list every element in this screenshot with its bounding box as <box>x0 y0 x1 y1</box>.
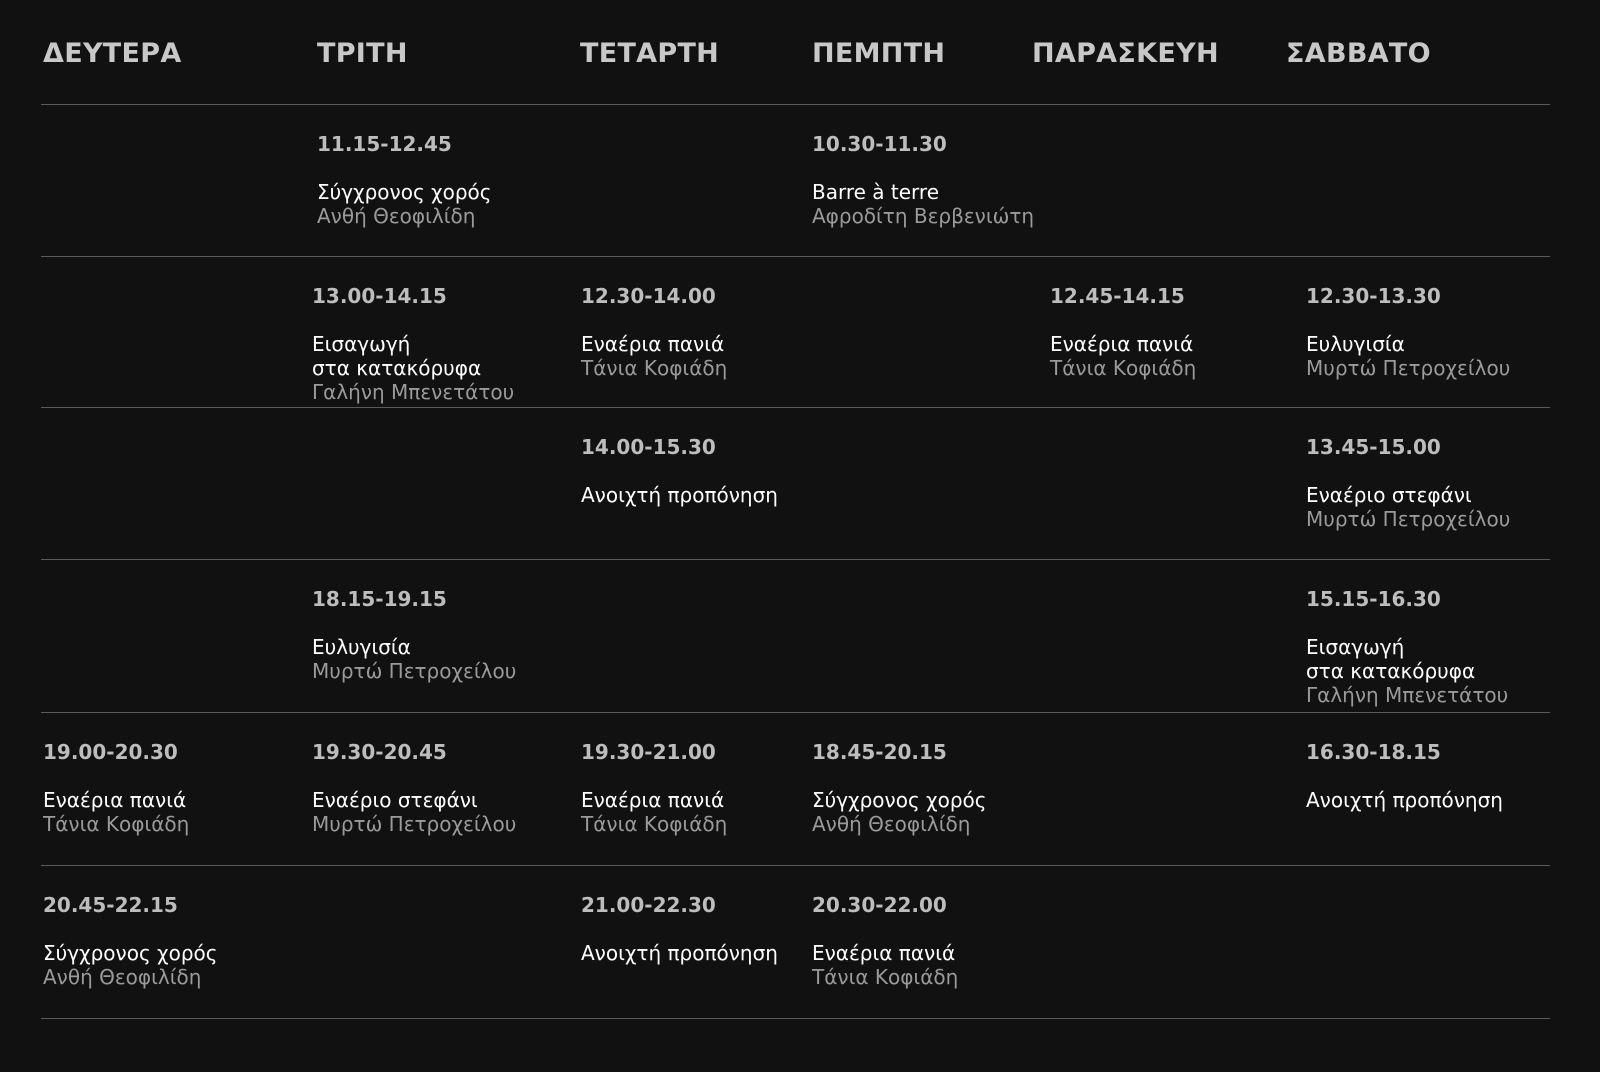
class-title: Εισαγωγή <box>1306 635 1405 659</box>
class-title: Σύγχρονος χορός <box>812 788 987 812</box>
class-title: Εναέρια πανιά <box>43 788 187 812</box>
class-time: 12.30-13.30 <box>1306 284 1441 308</box>
row-divider <box>41 865 1550 866</box>
weekly-schedule: ΔΕΥΤΕΡΑ ΤΡΙΤΗ ΤΕΤΑΡΤΗ ΠΕΜΠΤΗ ΠΑΡΑΣΚΕΥΗ Σ… <box>0 0 1600 1072</box>
class-slot: 18.15-19.15 Ευλυγισία Μυρτώ Πετροχείλου <box>312 587 516 683</box>
class-time: 20.45-22.15 <box>43 893 178 917</box>
class-slot: 20.30-22.00 Εναέρια πανιά Τάνια Κοφιάδη <box>812 893 958 989</box>
class-slot: 13.45-15.00 Εναέριο στεφάνι Μυρτώ Πετροχεί… <box>1306 435 1510 531</box>
class-title: Εναέρια πανιά <box>581 788 725 812</box>
class-time: 18.15-19.15 <box>312 587 447 611</box>
class-slot: 13.00-14.15 Εισαγωγή στα κατακόρυφα Γαλήνη … <box>312 284 514 404</box>
class-title: Ανοιχτή προπόνηση <box>581 483 778 507</box>
class-instructor: Γαλήνη Μπενετάτου <box>1306 683 1509 707</box>
day-header-tuesday: ΤΡΙΤΗ <box>317 38 408 69</box>
class-slot: 19.30-20.45 Εναέριο στεφάνι Μυρτώ Πετροχεί… <box>312 740 516 836</box>
class-slot: 16.30-18.15 Ανοιχτή προπόνηση <box>1306 740 1503 812</box>
class-instructor: Ανθή Θεοφιλίδη <box>317 204 476 228</box>
class-instructor: Αφροδίτη Βερβενιώτη <box>812 204 1035 228</box>
class-time: 12.45-14.15 <box>1050 284 1185 308</box>
class-slot: 18.45-20.15 Σύγχρονος χορός Ανθή Θεοφιλίδη <box>812 740 987 836</box>
class-instructor: Τάνια Κοφιάδη <box>43 812 190 836</box>
class-time: 12.30-14.00 <box>581 284 716 308</box>
class-title: Ανοιχτή προπόνηση <box>1306 788 1503 812</box>
class-title: στα κατακόρυφα <box>312 356 482 380</box>
class-slot: 14.00-15.30 Ανοιχτή προπόνηση <box>581 435 778 507</box>
class-title: Ευλυγισία <box>312 635 411 659</box>
class-title: Εναέρια πανιά <box>1050 332 1194 356</box>
row-divider <box>41 559 1550 560</box>
class-instructor: Μυρτώ Πετροχείλου <box>1306 507 1511 531</box>
row-divider <box>41 104 1550 105</box>
class-title: Σύγχρονος χορός <box>317 180 492 204</box>
class-instructor: Τάνια Κοφιάδη <box>581 812 728 836</box>
row-divider <box>41 256 1550 257</box>
class-time: 13.00-14.15 <box>312 284 447 308</box>
class-instructor: Μυρτώ Πετροχείλου <box>312 812 517 836</box>
class-slot: 21.00-22.30 Ανοιχτή προπόνηση <box>581 893 778 965</box>
class-time: 15.15-16.30 <box>1306 587 1441 611</box>
class-time: 19.30-20.45 <box>312 740 447 764</box>
class-instructor: Ανθή Θεοφιλίδη <box>812 812 971 836</box>
day-header-saturday: ΣΑΒΒΑΤΟ <box>1286 38 1431 69</box>
class-time: 19.30-21.00 <box>581 740 716 764</box>
class-title: Σύγχρονος χορός <box>43 941 218 965</box>
class-slot: 12.45-14.15 Εναέρια πανιά Τάνια Κοφιάδη <box>1050 284 1196 380</box>
class-title: στα κατακόρυφα <box>1306 659 1476 683</box>
class-slot: 20.45-22.15 Σύγχρονος χορός Ανθή Θεοφιλίδη <box>43 893 218 989</box>
class-time: 19.00-20.30 <box>43 740 178 764</box>
day-header-thursday: ΠΕΜΠΤΗ <box>812 38 946 69</box>
class-time: 21.00-22.30 <box>581 893 716 917</box>
class-title: Barre à terre <box>812 180 940 204</box>
class-instructor: Ανθή Θεοφιλίδη <box>43 965 202 989</box>
row-divider <box>41 407 1550 408</box>
class-title: Εναέρια πανιά <box>812 941 956 965</box>
class-time: 13.45-15.00 <box>1306 435 1441 459</box>
class-slot: 12.30-13.30 Ευλυγισία Μυρτώ Πετροχείλου <box>1306 284 1510 380</box>
class-slot: 11.15-12.45 Σύγχρονος χορός Ανθή Θεοφιλίδη <box>317 132 492 228</box>
class-title: Ευλυγισία <box>1306 332 1405 356</box>
class-title: Εναέρια πανιά <box>581 332 725 356</box>
class-instructor: Τάνια Κοφιάδη <box>812 965 959 989</box>
class-instructor: Τάνια Κοφιάδη <box>1050 356 1197 380</box>
class-instructor: Γαλήνη Μπενετάτου <box>312 380 515 404</box>
class-slot: 19.30-21.00 Εναέρια πανιά Τάνια Κοφιάδη <box>581 740 727 836</box>
day-header-wednesday: ΤΕΤΑΡΤΗ <box>580 38 720 69</box>
day-header-friday: ΠΑΡΑΣΚΕΥΗ <box>1032 38 1219 69</box>
class-instructor: Μυρτώ Πετροχείλου <box>312 659 517 683</box>
row-divider <box>41 1018 1550 1019</box>
row-divider <box>41 712 1550 713</box>
class-title: Ανοιχτή προπόνηση <box>581 941 778 965</box>
class-slot: 19.00-20.30 Εναέρια πανιά Τάνια Κοφιάδη <box>43 740 189 836</box>
class-slot: 15.15-16.30 Εισαγωγή στα κατακόρυφα Γαλήνη … <box>1306 587 1508 707</box>
class-title: Εναέριο στεφάνι <box>312 788 478 812</box>
class-instructor: Μυρτώ Πετροχείλου <box>1306 356 1511 380</box>
class-instructor: Τάνια Κοφιάδη <box>581 356 728 380</box>
class-time: 11.15-12.45 <box>317 132 452 156</box>
class-slot: 10.30-11.30 Barre à terre Αφροδίτη Βερβενι… <box>812 132 1034 228</box>
class-title: Εισαγωγή <box>312 332 411 356</box>
class-time: 14.00-15.30 <box>581 435 716 459</box>
class-time: 10.30-11.30 <box>812 132 947 156</box>
class-slot: 12.30-14.00 Εναέρια πανιά Τάνια Κοφιάδη <box>581 284 727 380</box>
class-title: Εναέριο στεφάνι <box>1306 483 1472 507</box>
class-time: 20.30-22.00 <box>812 893 947 917</box>
day-header-monday: ΔΕΥΤΕΡΑ <box>43 38 182 69</box>
class-time: 18.45-20.15 <box>812 740 947 764</box>
class-time: 16.30-18.15 <box>1306 740 1441 764</box>
